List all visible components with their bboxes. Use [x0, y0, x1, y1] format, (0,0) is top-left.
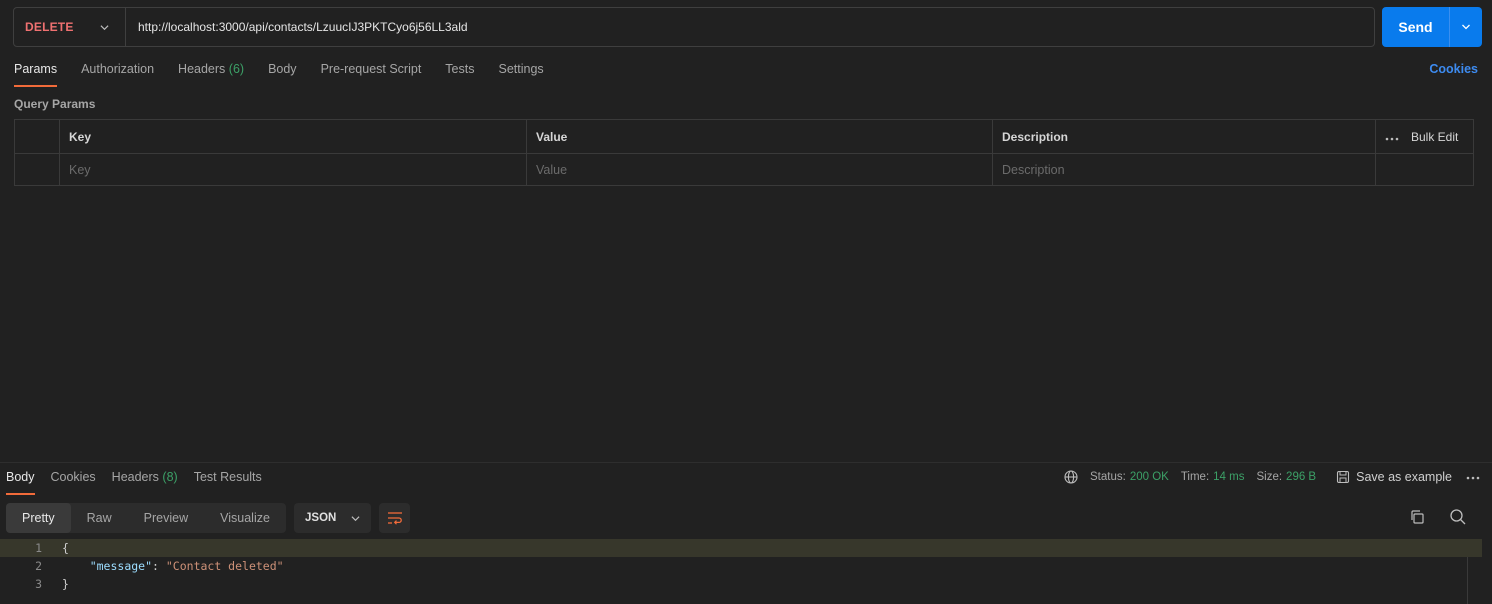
view-pretty[interactable]: Pretty — [6, 503, 71, 533]
format-label: JSON — [305, 512, 337, 524]
table-header-row: Key Value Description Bulk Edit — [15, 120, 1473, 153]
send-button[interactable]: Send — [1382, 7, 1449, 47]
tab-response-body[interactable]: Body — [6, 470, 35, 495]
headers-count: (8) — [162, 470, 178, 484]
code-text: { — [62, 541, 69, 555]
code-text: "message": "Contact deleted" — [62, 559, 284, 573]
tab-authorization[interactable]: Authorization — [81, 62, 154, 87]
tab-headers[interactable]: Headers (6) — [178, 62, 244, 87]
copy-button[interactable] — [1409, 509, 1425, 528]
tab-response-cookies[interactable]: Cookies — [51, 470, 96, 495]
wrap-lines-icon — [387, 512, 402, 525]
headers-count: (6) — [228, 62, 245, 76]
format-select[interactable]: JSON — [294, 503, 371, 533]
json-separator: : — [152, 559, 166, 573]
view-mode-selector: Pretty Raw Preview Visualize — [6, 503, 286, 533]
tab-pre-request-script[interactable]: Pre-request Script — [321, 62, 422, 87]
tab-label: Settings — [498, 62, 544, 76]
json-string-value: "Contact deleted" — [165, 559, 284, 573]
view-preview[interactable]: Preview — [128, 503, 204, 533]
code-text: } — [62, 577, 69, 591]
checkbox-column-header — [15, 120, 60, 153]
tab-label: Headers — [111, 470, 159, 484]
tab-label: Authorization — [81, 62, 155, 76]
time-value[interactable]: 14 ms — [1213, 471, 1244, 483]
size-value[interactable]: 296 B — [1286, 471, 1316, 483]
line-number: 2 — [35, 559, 42, 573]
response-body-editor[interactable]: 1 { 2 "message": "Contact deleted" 3 } — [0, 539, 1482, 604]
tab-body[interactable]: Body — [268, 62, 297, 87]
copy-icon — [1411, 510, 1424, 524]
tab-label: Tests — [445, 62, 475, 76]
tab-label: Cookies — [50, 470, 96, 484]
size-label: Size: — [1256, 471, 1283, 483]
tab-response-headers[interactable]: Headers (8) — [112, 470, 178, 495]
tab-tests[interactable]: Tests — [445, 62, 474, 87]
send-button-group: Send — [1382, 7, 1482, 47]
search-icon — [1450, 509, 1466, 525]
view-raw[interactable]: Raw — [71, 503, 128, 533]
request-tabs: Params Authorization Headers (6) Body Pr… — [14, 62, 568, 87]
line-number: 3 — [35, 577, 42, 591]
description-input[interactable]: Description — [993, 154, 1376, 186]
more-options-icon[interactable] — [1385, 130, 1399, 144]
tab-label: Body — [6, 470, 35, 484]
chevron-down-icon — [1462, 24, 1470, 30]
search-button[interactable] — [1449, 508, 1467, 529]
globe-icon[interactable] — [1064, 470, 1078, 484]
status-value[interactable]: 200 OK — [1130, 471, 1169, 483]
chevron-down-icon — [100, 23, 109, 32]
column-header-value: Value — [527, 120, 993, 153]
row-checkbox-cell — [15, 154, 60, 186]
bulk-edit-area: Bulk Edit — [1376, 120, 1473, 153]
save-as-example-button[interactable]: Save as example — [1336, 470, 1452, 484]
url-input[interactable] — [126, 8, 1374, 46]
request-bar: DELETE — [13, 7, 1375, 47]
tab-params[interactable]: Params — [14, 62, 58, 87]
value-input[interactable]: Value — [527, 154, 993, 186]
json-key: "message" — [89, 559, 153, 573]
save-icon — [1337, 470, 1350, 484]
chevron-down-icon — [351, 515, 360, 521]
code-line: 3 } — [0, 575, 1482, 593]
method-select[interactable]: DELETE — [14, 8, 126, 46]
code-line: 2 "message": "Contact deleted" — [0, 557, 1482, 575]
save-as-example-label: Save as example — [1356, 470, 1452, 484]
send-options-button[interactable] — [1449, 7, 1482, 47]
response-tabs: Body Cookies Headers (8) Test Results — [6, 470, 278, 495]
tab-label: Headers — [178, 62, 226, 76]
table-row: Key Value Description — [15, 153, 1473, 186]
response-divider[interactable] — [0, 462, 1492, 463]
row-spacer — [1376, 154, 1473, 186]
response-meta: Status: 200 OK Time: 14 ms Size: 296 B S… — [1064, 470, 1480, 484]
tab-settings[interactable]: Settings — [498, 62, 543, 87]
wrap-lines-button[interactable] — [379, 503, 410, 533]
tab-label: Params — [14, 62, 58, 76]
method-label: DELETE — [25, 20, 74, 34]
time-label: Time: — [1180, 471, 1210, 483]
tab-test-results[interactable]: Test Results — [194, 470, 262, 495]
key-input[interactable]: Key — [60, 154, 527, 186]
view-visualize[interactable]: Visualize — [204, 503, 286, 533]
column-header-key: Key — [60, 120, 527, 153]
code-line: 1 { — [0, 539, 1482, 557]
query-params-title: Query Params — [14, 97, 96, 111]
tab-label: Test Results — [193, 470, 262, 484]
query-params-table: Key Value Description Bulk Edit Key Valu… — [14, 119, 1474, 186]
column-header-description: Description — [993, 120, 1376, 153]
bulk-edit-button[interactable]: Bulk Edit — [1411, 130, 1458, 144]
line-number: 1 — [35, 541, 42, 555]
tab-label: Body — [268, 62, 297, 76]
status-label: Status: — [1090, 471, 1126, 483]
tab-label: Pre-request Script — [320, 62, 422, 76]
editor-scrollbar[interactable] — [1467, 557, 1468, 604]
more-options-icon[interactable] — [1466, 471, 1480, 483]
cookies-link[interactable]: Cookies — [1429, 62, 1478, 76]
